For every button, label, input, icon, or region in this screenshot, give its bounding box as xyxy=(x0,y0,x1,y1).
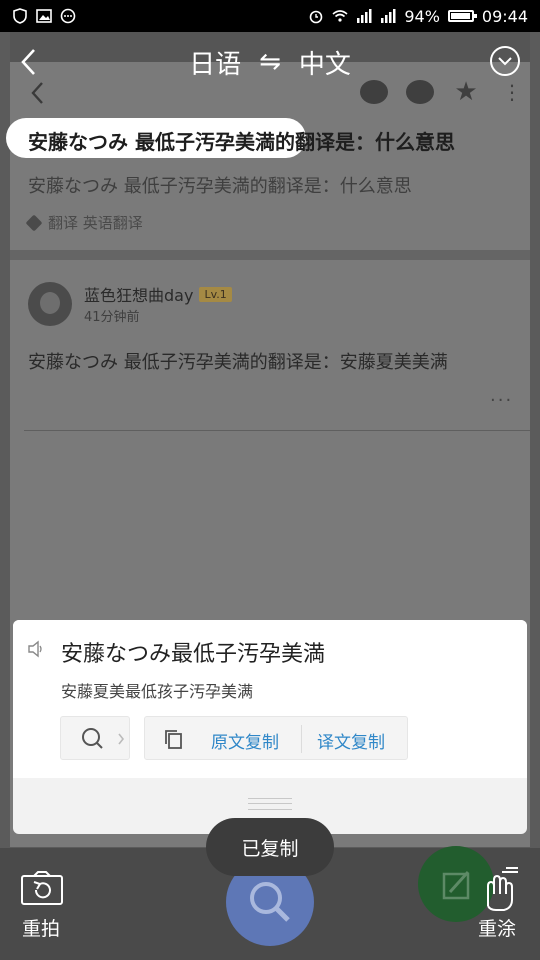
copy-icon xyxy=(165,730,182,749)
search-icon xyxy=(82,728,125,749)
signal-icon-2 xyxy=(381,9,396,23)
answerer: 蓝色狂想曲day Lv.1 xyxy=(84,282,232,306)
language-switcher[interactable]: 日语 ⇋ 中文 xyxy=(0,40,540,84)
translation-text: 安藤夏美最低孩子汚孕美满 xyxy=(61,682,254,701)
clock: 09:44 xyxy=(481,6,528,26)
source-language[interactable]: 日语 xyxy=(189,44,241,81)
answerer-name: 蓝色狂想曲day xyxy=(84,286,194,305)
shield-icon xyxy=(13,8,27,24)
retake-label[interactable]: 重拍 xyxy=(22,914,60,941)
search-button[interactable] xyxy=(60,716,130,760)
divider xyxy=(24,430,530,431)
copy-actions: 原文复制 译文复制 xyxy=(144,716,408,760)
image-icon xyxy=(36,9,52,23)
repaint-label[interactable]: 重涂 xyxy=(478,914,516,941)
question-tags: 翻译 英语翻译 xyxy=(25,212,143,233)
source-text: 安藤なつみ最低子汚孕美満 xyxy=(61,642,326,667)
swap-languages-icon[interactable]: ⇋ xyxy=(259,47,281,77)
alarm-icon xyxy=(310,10,323,24)
chevron-down-icon[interactable] xyxy=(490,46,520,76)
translation-card: 安藤なつみ最低子汚孕美満 安藤夏美最低孩子汚孕美满 原文复制 译文复制 xyxy=(13,620,527,834)
question-subtitle: 安藤なつみ 最低子汚孕美満的翻译是：什么意思 xyxy=(28,176,412,197)
question-title: 安藤なつみ 最低子汚孕美満的翻译是：什么意思 xyxy=(28,130,455,154)
status-left-icons xyxy=(12,8,76,24)
battery-icon xyxy=(447,10,477,22)
copy-translation-button[interactable]: 译文复制 xyxy=(317,728,385,753)
speaker-icon[interactable] xyxy=(27,640,45,658)
signal-icon xyxy=(357,9,372,23)
status-bar: 94% 09:44 xyxy=(0,0,540,32)
drag-handle[interactable] xyxy=(248,798,292,810)
tag-text: 翻译 英语翻译 xyxy=(48,214,143,232)
smear-hand-icon[interactable] xyxy=(478,866,522,912)
tag-icon xyxy=(25,214,43,231)
copy-divider xyxy=(301,725,302,753)
answer-time: 41分钟前 xyxy=(84,310,140,325)
answer-text: 安藤なつみ 最低子汚孕美満的翻译是：安藤夏美美满 xyxy=(28,352,448,373)
status-right-icons: 94% 09:44 xyxy=(308,7,528,26)
wifi-icon xyxy=(332,10,348,22)
copied-toast: 已复制 xyxy=(206,818,334,876)
avatar xyxy=(28,282,72,326)
level-badge: Lv.1 xyxy=(199,286,232,302)
target-language[interactable]: 中文 xyxy=(299,44,351,81)
copy-original-button[interactable]: 原文复制 xyxy=(211,728,279,753)
more-dots-icon: ··· xyxy=(490,390,514,411)
captured-separator xyxy=(10,250,530,260)
more-circle-icon xyxy=(60,8,76,24)
battery-percent: 94% xyxy=(404,6,440,26)
retake-icon[interactable] xyxy=(20,870,64,906)
